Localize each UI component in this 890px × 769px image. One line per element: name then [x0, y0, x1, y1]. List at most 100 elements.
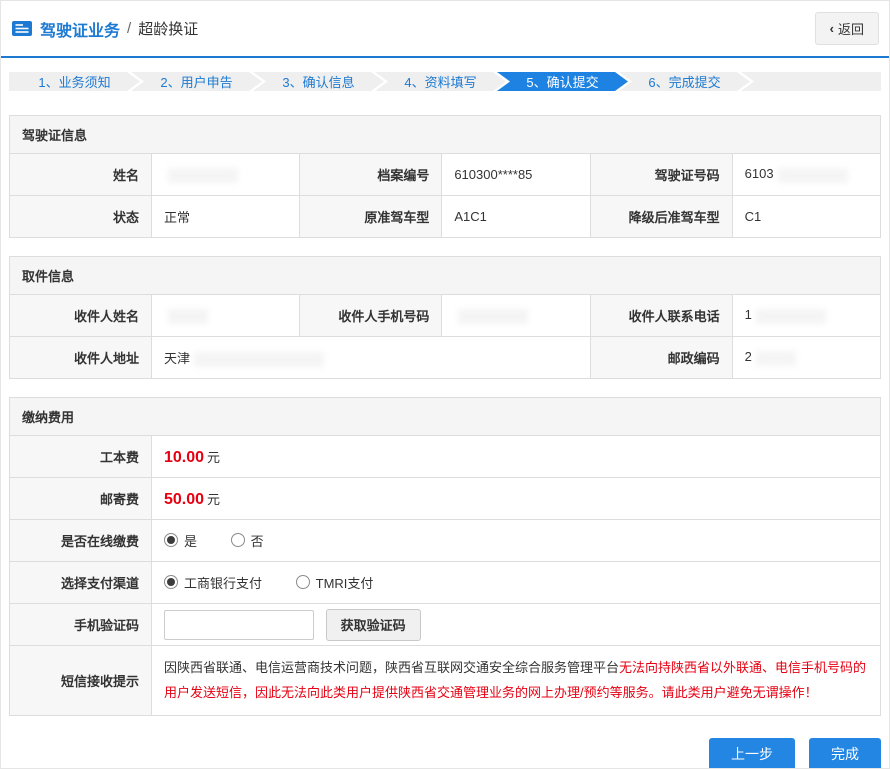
- sms-tip-label: 短信接收提示: [10, 646, 152, 716]
- pickup-info-section: 取件信息 收件人姓名 收件人手机号码 收件人联系电话 1 收件人地址 天津 邮政…: [9, 256, 881, 379]
- fee-amount: 50.00: [164, 491, 204, 508]
- sms-code-label: 手机验证码: [10, 604, 152, 646]
- form-icon: [11, 20, 33, 37]
- production-fee-value: 10.00元: [152, 436, 881, 478]
- table-row: 邮寄费 50.00元: [10, 478, 881, 520]
- section-title-payment: 缴纳费用: [9, 397, 881, 435]
- step-tab-4[interactable]: 4、资料填写: [375, 72, 506, 91]
- pay-channel-label: 选择支付渠道: [10, 562, 152, 604]
- section-title-license-info: 驾驶证信息: [9, 115, 881, 153]
- table-row: 收件人姓名 收件人手机号码 收件人联系电话 1: [10, 295, 881, 337]
- fee-unit: 元: [207, 492, 220, 507]
- name-label: 姓名: [10, 154, 152, 196]
- recipient-mobile-value: [442, 295, 590, 337]
- redacted-value: [756, 309, 826, 324]
- file-no-value: 610300****85: [442, 154, 590, 196]
- step-tab-5-active[interactable]: 5、确认提交: [497, 72, 628, 91]
- radio-channel-tmri[interactable]: TMRI支付: [296, 573, 374, 592]
- step-tab-3[interactable]: 3、确认信息: [253, 72, 384, 91]
- radio-channel-icbc[interactable]: 工商银行支付: [164, 573, 262, 592]
- table-row: 是否在线缴费 是 否: [10, 520, 881, 562]
- payment-table: 工本费 10.00元 邮寄费 50.00元 是否在线缴费 是 否 选择支付渠道 …: [9, 435, 881, 716]
- step-tab-2[interactable]: 2、用户申告: [131, 72, 262, 91]
- payment-section: 缴纳费用 工本费 10.00元 邮寄费 50.00元 是否在线缴费 是 否 选择…: [9, 397, 881, 716]
- step-tab-6[interactable]: 6、完成提交: [619, 72, 750, 91]
- radio-online-yes[interactable]: 是: [164, 531, 197, 550]
- recipient-name-value: [152, 295, 300, 337]
- postage-fee-value: 50.00元: [152, 478, 881, 520]
- section-title-pickup-info: 取件信息: [9, 256, 881, 294]
- radio-label: TMRI支付: [316, 573, 374, 592]
- pay-channel-options: 工商银行支付 TMRI支付: [152, 562, 881, 604]
- table-row: 收件人地址 天津 邮政编码 2: [10, 337, 881, 379]
- header: 驾驶证业务 / 超龄换证 ‹ 返回: [1, 1, 889, 58]
- radio-checked-icon: [164, 533, 178, 547]
- radio-unchecked-icon: [231, 533, 245, 547]
- license-info-section: 驾驶证信息 姓名 档案编号 610300****85 驾驶证号码 6103 状态…: [9, 115, 881, 238]
- status-label: 状态: [10, 196, 152, 238]
- prev-step-button[interactable]: 上一步: [709, 738, 795, 769]
- recipient-mobile-label: 收件人手机号码: [300, 295, 442, 337]
- footer-actions: 上一步 完成: [9, 738, 881, 769]
- table-row: 姓名 档案编号 610300****85 驾驶证号码 6103: [10, 154, 881, 196]
- page: 驾驶证业务 / 超龄换证 ‹ 返回 1、业务须知 2、用户申告 3、确认信息 4…: [0, 0, 890, 769]
- radio-label: 否: [251, 531, 264, 550]
- license-no-value: 6103: [732, 154, 880, 196]
- redacted-value: [168, 168, 238, 183]
- name-value: [152, 154, 300, 196]
- fee-amount: 10.00: [164, 449, 204, 466]
- license-no-label: 驾驶证号码: [590, 154, 732, 196]
- recipient-phone-value: 1: [732, 295, 880, 337]
- status-value: 正常: [152, 196, 300, 238]
- online-pay-options: 是 否: [152, 520, 881, 562]
- downgrade-class-label: 降级后准驾车型: [590, 196, 732, 238]
- sms-code-row: 获取验证码: [152, 604, 881, 646]
- redacted-value: [168, 309, 208, 324]
- recipient-address-label: 收件人地址: [10, 337, 152, 379]
- postal-code-value: 2: [732, 337, 880, 379]
- table-row: 工本费 10.00元: [10, 436, 881, 478]
- fee-unit: 元: [207, 450, 220, 465]
- step-tabs-filler: [741, 72, 881, 91]
- step-tab-1[interactable]: 1、业务须知: [9, 72, 140, 91]
- production-fee-label: 工本费: [10, 436, 152, 478]
- postal-code-label: 邮政编码: [590, 337, 732, 379]
- sms-code-input[interactable]: [164, 610, 314, 640]
- redacted-value: [194, 352, 324, 367]
- orig-class-label: 原准驾车型: [300, 196, 442, 238]
- recipient-phone-label: 收件人联系电话: [590, 295, 732, 337]
- radio-label: 工商银行支付: [184, 573, 262, 592]
- radio-checked-icon: [164, 575, 178, 589]
- redacted-value: [458, 309, 528, 324]
- table-row: 短信接收提示 因陕西省联通、电信运营商技术问题，陕西省互联网交通安全综合服务管理…: [10, 646, 881, 716]
- radio-label: 是: [184, 531, 197, 550]
- table-row: 状态 正常 原准驾车型 A1C1 降级后准驾车型 C1: [10, 196, 881, 238]
- page-title: 驾驶证业务 / 超龄换证: [11, 17, 198, 41]
- file-no-label: 档案编号: [300, 154, 442, 196]
- step-tabs: 1、业务须知 2、用户申告 3、确认信息 4、资料填写 5、确认提交 6、完成提…: [9, 72, 881, 91]
- sms-tip-black-text: 因陕西省联通、电信运营商技术问题，陕西省互联网交通安全综合服务管理平台: [164, 660, 619, 675]
- title-separator: /: [127, 20, 131, 37]
- orig-class-value: A1C1: [442, 196, 590, 238]
- postage-fee-label: 邮寄费: [10, 478, 152, 520]
- business-title: 驾驶证业务: [40, 17, 120, 41]
- radio-online-no[interactable]: 否: [231, 531, 264, 550]
- recipient-name-label: 收件人姓名: [10, 295, 152, 337]
- radio-unchecked-icon: [296, 575, 310, 589]
- table-row: 手机验证码 获取验证码: [10, 604, 881, 646]
- get-code-button[interactable]: 获取验证码: [326, 609, 421, 641]
- redacted-value: [756, 351, 796, 366]
- back-button[interactable]: ‹ 返回: [815, 12, 879, 45]
- table-row: 选择支付渠道 工商银行支付 TMRI支付: [10, 562, 881, 604]
- finish-button[interactable]: 完成: [809, 738, 881, 769]
- downgrade-class-value: C1: [732, 196, 880, 238]
- redacted-value: [778, 168, 848, 183]
- online-pay-label: 是否在线缴费: [10, 520, 152, 562]
- recipient-address-value: 天津: [152, 337, 591, 379]
- sms-tip-text: 因陕西省联通、电信运营商技术问题，陕西省互联网交通安全综合服务管理平台无法向持陕…: [152, 646, 881, 716]
- subpage-title: 超龄换证: [138, 18, 198, 39]
- pickup-info-table: 收件人姓名 收件人手机号码 收件人联系电话 1 收件人地址 天津 邮政编码 2: [9, 294, 881, 379]
- back-label: 返回: [838, 19, 864, 38]
- license-info-table: 姓名 档案编号 610300****85 驾驶证号码 6103 状态 正常 原准…: [9, 153, 881, 238]
- chevron-left-icon: ‹: [830, 21, 834, 36]
